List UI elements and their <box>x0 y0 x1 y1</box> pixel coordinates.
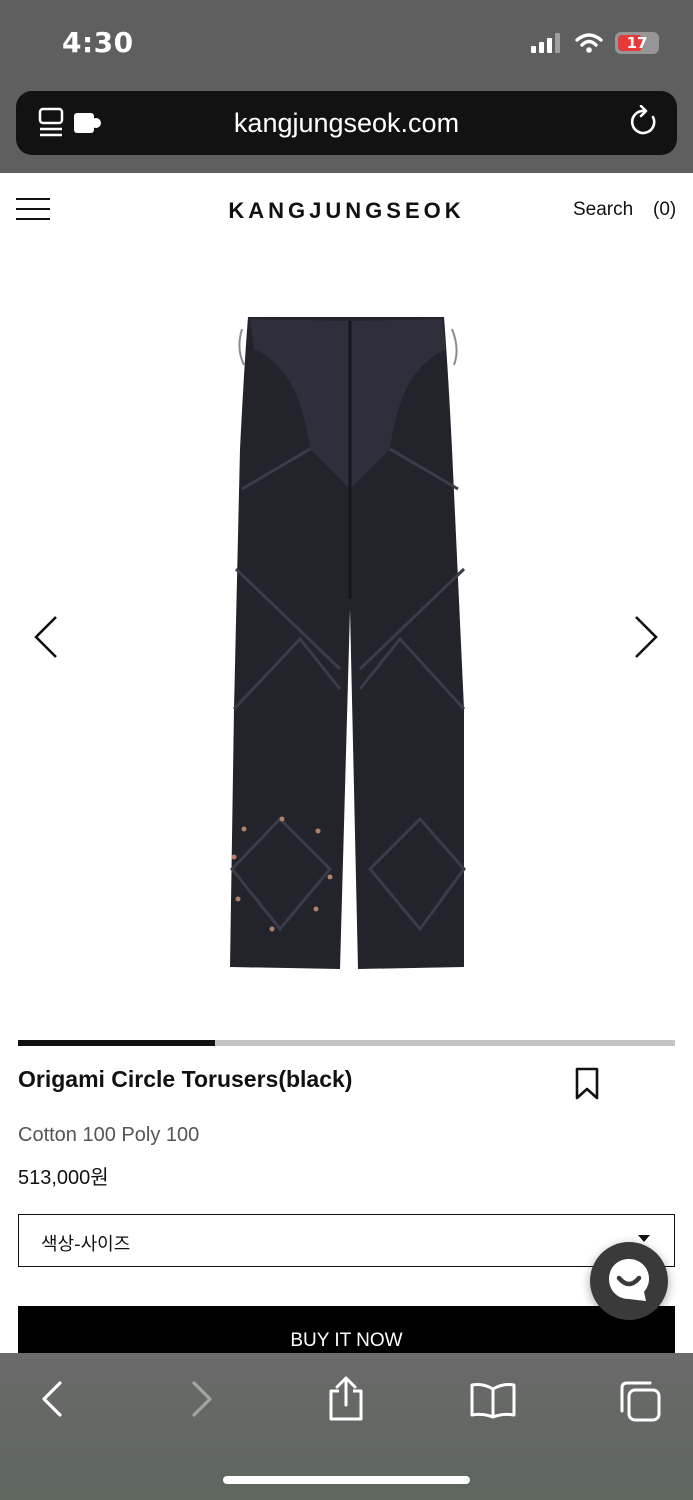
gallery-progress-fill <box>18 1040 216 1046</box>
chevron-right-icon[interactable] <box>630 615 662 659</box>
product-description: Cotton 100 Poly 100 <box>18 1124 200 1146</box>
back-icon[interactable] <box>38 1379 66 1419</box>
status-time: 4:30 <box>62 26 134 59</box>
product-name: Origami Circle Torusers(black) <box>18 1066 353 1092</box>
web-content: KANGJUNGSEOK Search (0) Origami Circle T… <box>0 173 693 1353</box>
bookmark-icon[interactable] <box>574 1067 600 1101</box>
cellular-signal-icon <box>531 33 560 53</box>
address-bar[interactable]: kangjungseok.com <box>16 91 677 155</box>
wifi-icon <box>575 33 603 53</box>
chevron-down-icon <box>638 1235 650 1242</box>
product-image <box>230 317 466 969</box>
home-indicator[interactable] <box>223 1476 470 1484</box>
battery-charging-icon: 17 <box>615 32 659 54</box>
status-bar: 4:30 17 <box>0 0 693 86</box>
search-link[interactable]: Search <box>573 199 633 221</box>
site-header: KANGJUNGSEOK Search (0) <box>0 173 693 245</box>
reload-icon[interactable] <box>629 105 659 139</box>
bookmarks-icon[interactable] <box>469 1381 517 1419</box>
product-price: 513,000원 <box>18 1167 109 1189</box>
buy-it-now-button[interactable]: BUY IT NOW <box>18 1306 675 1353</box>
status-icons: 17 <box>531 32 659 54</box>
forward-icon[interactable] <box>188 1379 216 1419</box>
battery-level: 17 <box>626 34 648 52</box>
product-gallery[interactable] <box>0 285 693 985</box>
cart-count[interactable]: (0) <box>653 199 676 221</box>
color-size-select[interactable]: 색상-사이즈 <box>18 1214 675 1267</box>
share-icon[interactable] <box>326 1375 366 1423</box>
option-selected-value: 색상-사이즈 <box>41 1234 131 1255</box>
chat-button[interactable] <box>590 1242 668 1320</box>
tabs-icon[interactable] <box>618 1379 662 1423</box>
chat-icon <box>609 1259 649 1301</box>
chevron-left-icon[interactable] <box>30 615 62 659</box>
gallery-progress-bar <box>18 1040 675 1046</box>
url-text[interactable]: kangjungseok.com <box>16 108 677 139</box>
